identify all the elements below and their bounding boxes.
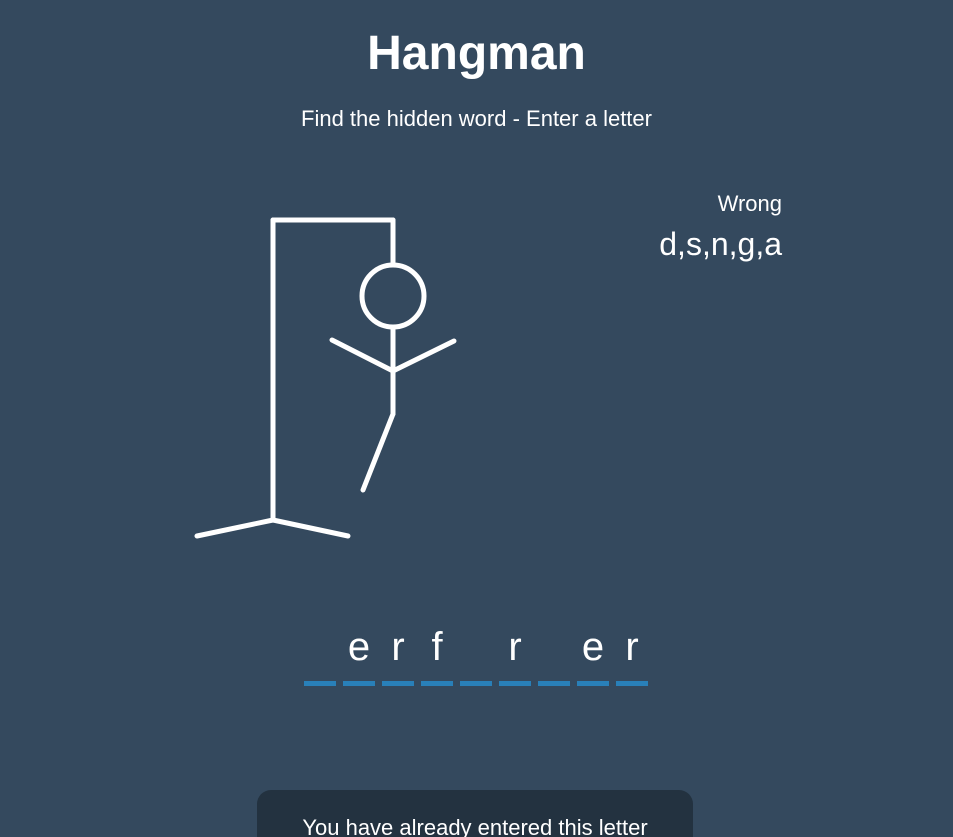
letter-slot: r: [499, 622, 531, 686]
notification-toast: You have already entered this letter: [257, 790, 693, 837]
wrong-letters-panel: Wrong d,s,n,g,a: [659, 190, 782, 264]
letter-slot: f: [421, 622, 453, 686]
figure-left-arm: [329, 337, 396, 374]
gallows-base-right: [270, 517, 351, 539]
hidden-word: e r f r e r: [304, 622, 648, 686]
letter-slot: [304, 622, 336, 686]
page-subtitle: Find the hidden word - Enter a letter: [301, 106, 652, 131]
page-title: Hangman: [367, 27, 586, 80]
letter-slot: [538, 622, 570, 686]
letter-slot: e: [577, 622, 609, 686]
hangman-drawing: [180, 200, 480, 550]
letter-slot: r: [616, 622, 648, 686]
wrong-letters-list: d,s,n,g,a: [659, 226, 782, 262]
figure-right-arm: [390, 338, 457, 374]
game-page: Hangman Find the hidden word - Enter a l…: [0, 0, 953, 837]
figure-head: [359, 262, 427, 330]
letter-slot: [460, 622, 492, 686]
letter-slot: e: [343, 622, 375, 686]
gallows-base-left: [194, 517, 276, 539]
wrong-label: Wrong: [717, 191, 782, 216]
letter-slot: r: [382, 622, 414, 686]
figure-left-leg: [360, 411, 396, 493]
